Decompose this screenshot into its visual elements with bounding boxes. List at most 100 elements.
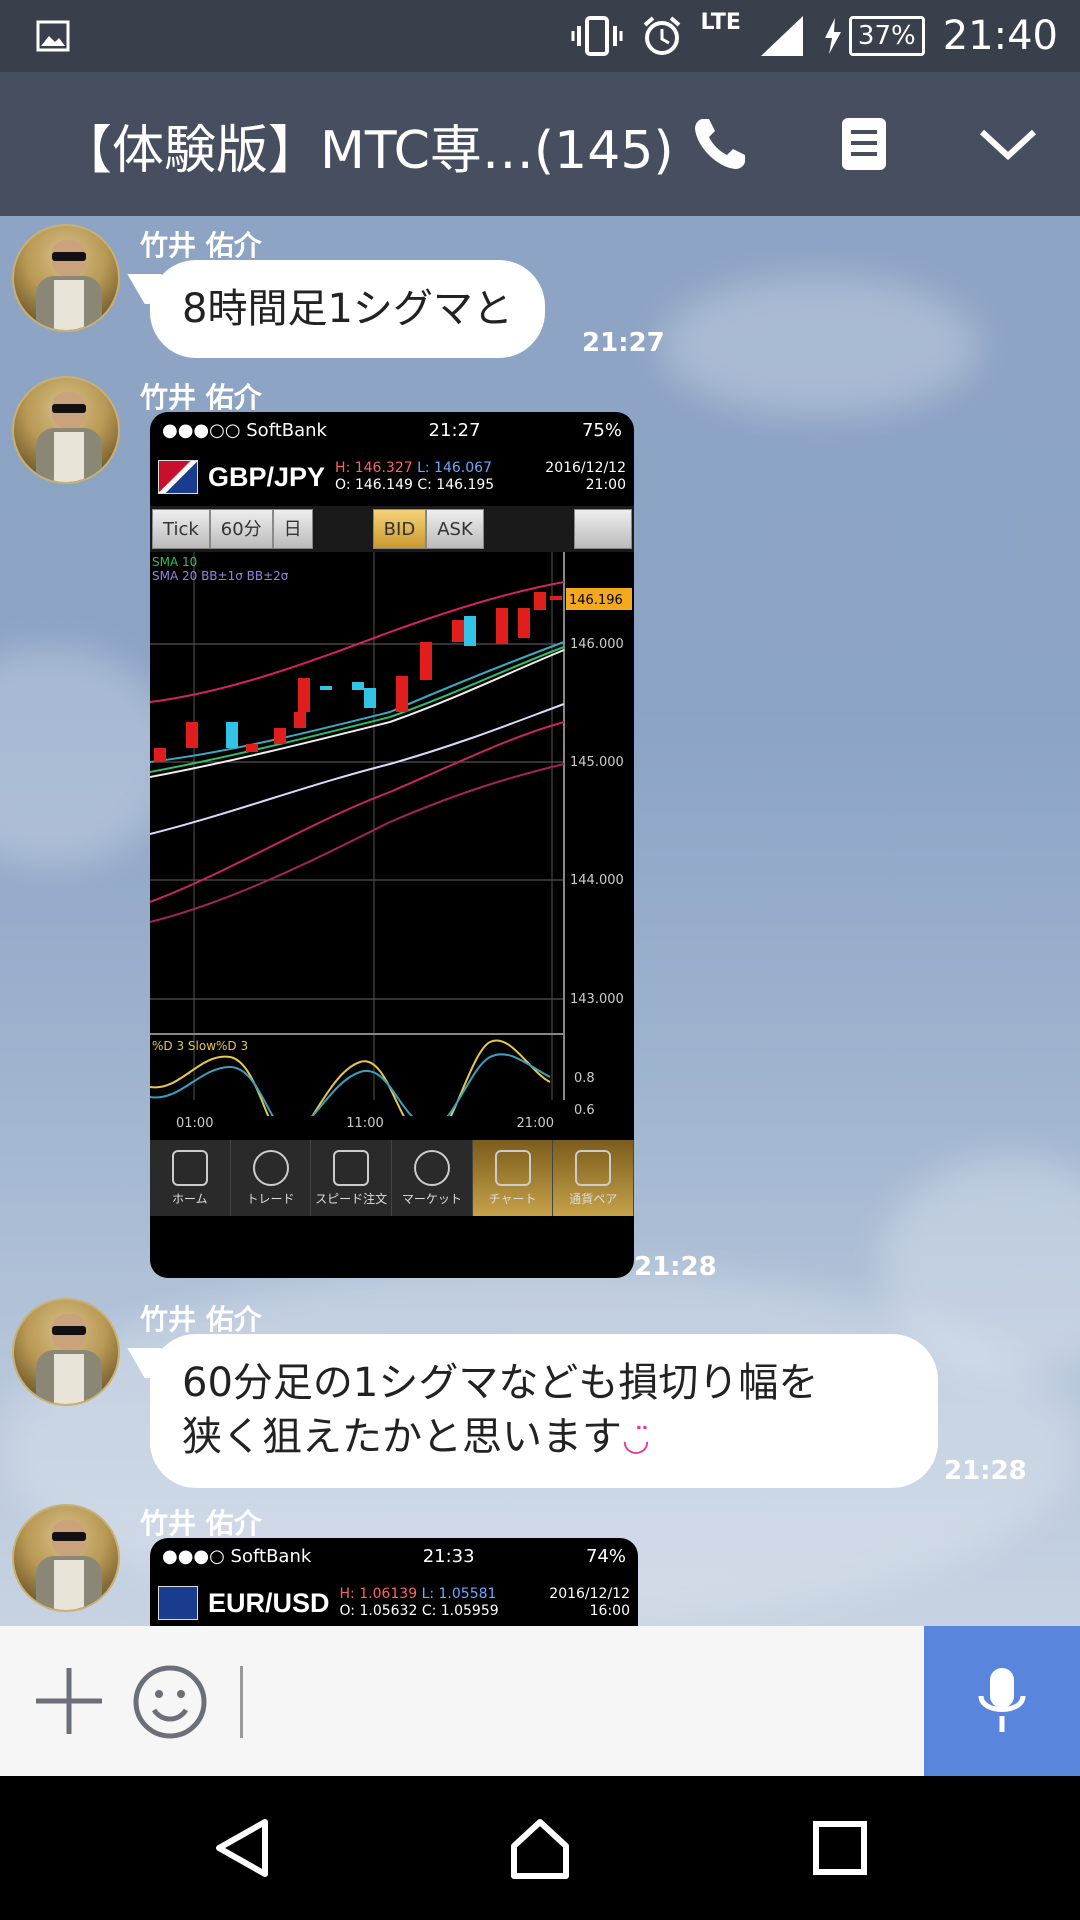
- price-low: L: 1.05581: [421, 1586, 497, 1602]
- vibrate-icon: [571, 16, 622, 56]
- microphone-icon: [978, 1668, 1026, 1732]
- timeframe-tabs: Tick 60分 日 BID ASK: [150, 506, 634, 552]
- market-tab: マーケット: [392, 1140, 473, 1216]
- tab-bid: BID: [372, 509, 427, 549]
- home-icon: [511, 1819, 569, 1879]
- message-time: 21:27: [582, 328, 665, 358]
- emoji-icon[interactable]: [132, 1664, 208, 1740]
- time-tick: 01:00: [176, 1116, 214, 1131]
- price-tick: 144.000: [570, 873, 624, 888]
- sender-name: 竹井 佑介: [140, 381, 262, 414]
- sound-icon: [574, 509, 632, 549]
- chart-tab: チャート: [472, 1140, 554, 1216]
- notes-button[interactable]: [828, 108, 900, 180]
- oscillator-legend: %D 3 Slow%D 3: [152, 1039, 248, 1053]
- chart-icon: [494, 1149, 531, 1186]
- message-bubble[interactable]: 8時間足1シグマと: [150, 260, 545, 358]
- status-time: 21:40: [942, 13, 1058, 59]
- price-open: O: 1.05632: [339, 1603, 418, 1619]
- time-tick: 21:00: [516, 1116, 554, 1131]
- candlestick-chart: 146.196 SMA 10 SMA 20 BB±1σ BB±2σ %D 3 S…: [150, 552, 634, 1116]
- globe-icon: [413, 1149, 450, 1186]
- time-tick: 11:00: [346, 1116, 384, 1131]
- price-tick: 145.000: [570, 755, 624, 770]
- embedded-battery: 75%: [581, 419, 622, 441]
- tab-day: 日: [272, 509, 313, 549]
- avatar[interactable]: [12, 376, 120, 484]
- oscillator-tick: 0.8: [574, 1071, 595, 1086]
- tab-60min: 60分: [209, 509, 273, 549]
- message-input[interactable]: [240, 1666, 243, 1738]
- price-low: L: 146.067: [417, 460, 492, 476]
- tab-tick: Tick: [152, 509, 210, 549]
- chart-legend-bands: SMA 20 BB±1σ BB±2σ: [152, 569, 289, 583]
- message-bubble[interactable]: 60分足の1シグマなども損切り幅を 狭く狙えたかと思います◡̈: [150, 1334, 938, 1488]
- speed-order-tab: スピード注文: [311, 1140, 393, 1216]
- oscillator-tick: 0.6: [574, 1103, 595, 1116]
- message-text-line: 60分足の1シグマなども損切り幅を: [182, 1360, 819, 1406]
- latest-price-label: 146.196: [569, 593, 623, 608]
- chart-datetime: 2016/12/12 16:00: [549, 1586, 630, 1620]
- avatar[interactable]: [12, 224, 120, 332]
- home-tab: ホーム: [150, 1140, 231, 1216]
- sender-name: 竹井 佑介: [140, 1303, 262, 1336]
- embedded-carrier: ●●●○ SoftBank: [162, 1545, 312, 1567]
- refresh-icon: [252, 1149, 289, 1186]
- chart-screenshot-image[interactable]: ●●●○ SoftBank 21:33 74% EUR/USD H: 1.061…: [150, 1538, 638, 1626]
- avatar[interactable]: [12, 1504, 120, 1612]
- plus-icon[interactable]: [32, 1664, 106, 1738]
- currency-pair-header: GBP/JPY H: 146.327 L: 146.067 O: 146.149…: [150, 448, 634, 506]
- back-button[interactable]: [206, 1812, 278, 1884]
- call-button[interactable]: [684, 108, 756, 180]
- price-high: H: 146.327: [335, 460, 413, 476]
- notes-icon: [842, 118, 886, 170]
- tab-ask: ASK: [426, 509, 484, 549]
- speed-icon: [333, 1149, 370, 1186]
- embedded-clock: 21:27: [428, 419, 481, 441]
- price-summary: H: 1.06139 L: 1.05581 O: 1.05632 C: 1.05…: [340, 1586, 499, 1620]
- app-bottom-bar: ホーム トレード スピード注文 マーケット チャート 通貨ペア: [150, 1140, 634, 1216]
- chart-screenshot-image[interactable]: ●●●○○ SoftBank 21:27 75% GBP/JPY H: 146.…: [150, 412, 634, 1278]
- chart-hour: 16:00: [589, 1603, 630, 1619]
- home-button[interactable]: [504, 1812, 576, 1884]
- currency-pair-tab: 通貨ペア: [553, 1140, 634, 1216]
- message-time: 21:28: [634, 1252, 717, 1282]
- gallery-notification-icon: [36, 20, 70, 52]
- embedded-status-bar: ●●●○○ SoftBank 21:27 75%: [150, 412, 634, 448]
- chevron-down-icon: [979, 129, 1037, 161]
- lte-indicator: LTE: [700, 9, 741, 35]
- price-summary: H: 146.327 L: 146.067 O: 146.149 C: 146.…: [335, 460, 494, 494]
- battery-level: 37%: [848, 16, 925, 56]
- status-bar: LTE 37% 21:40: [0, 0, 1080, 72]
- voice-input-button[interactable]: [924, 1626, 1080, 1776]
- battery-indicator: 37%: [823, 16, 925, 56]
- back-triangle-icon: [216, 1819, 268, 1877]
- message-text: 8時間足1シグマと: [182, 286, 513, 332]
- currency-pair-header: EUR/USD H: 1.06139 L: 1.05581 O: 1.05632…: [150, 1574, 638, 1626]
- chat-header: 【体験版】MTC専…(145): [0, 72, 1080, 216]
- menu-dropdown-button[interactable]: [972, 108, 1044, 180]
- chat-area[interactable]: 竹井 佑介 8時間足1シグマと 21:27 竹井 佑介 ●●●○○ SoftBa…: [0, 216, 1080, 1626]
- currency-icon: [575, 1149, 612, 1186]
- price-tick: 146.000: [570, 637, 624, 652]
- sender-name: 竹井 佑介: [140, 1507, 262, 1540]
- trade-tab: トレード: [231, 1140, 312, 1216]
- alarm-icon: [643, 16, 680, 55]
- charging-bolt-icon: [824, 18, 841, 54]
- embedded-carrier: ●●●○○ SoftBank: [162, 419, 327, 441]
- embedded-status-bar: ●●●○ SoftBank 21:33 74%: [150, 1538, 638, 1574]
- time-axis: 01:00 11:00 21:00: [150, 1116, 634, 1140]
- currency-pair: GBP/JPY: [208, 461, 326, 492]
- chart-datetime: 2016/12/12 21:00: [545, 460, 626, 494]
- signal-icon: [760, 16, 803, 56]
- message-time: 21:28: [944, 1456, 1027, 1486]
- chat-title[interactable]: 【体験版】MTC専…(145): [60, 108, 674, 183]
- chart-date: 2016/12/12: [549, 1586, 630, 1602]
- message-text-line: 狭く狙えたかと思います: [182, 1414, 622, 1460]
- embedded-clock: 21:33: [422, 1545, 475, 1567]
- recent-apps-button[interactable]: [804, 1812, 876, 1884]
- price-open: O: 146.149: [335, 477, 413, 493]
- smile-emoji-icon: ◡̈: [622, 1420, 650, 1458]
- avatar[interactable]: [12, 1298, 120, 1406]
- message-input-bar: [0, 1626, 1080, 1776]
